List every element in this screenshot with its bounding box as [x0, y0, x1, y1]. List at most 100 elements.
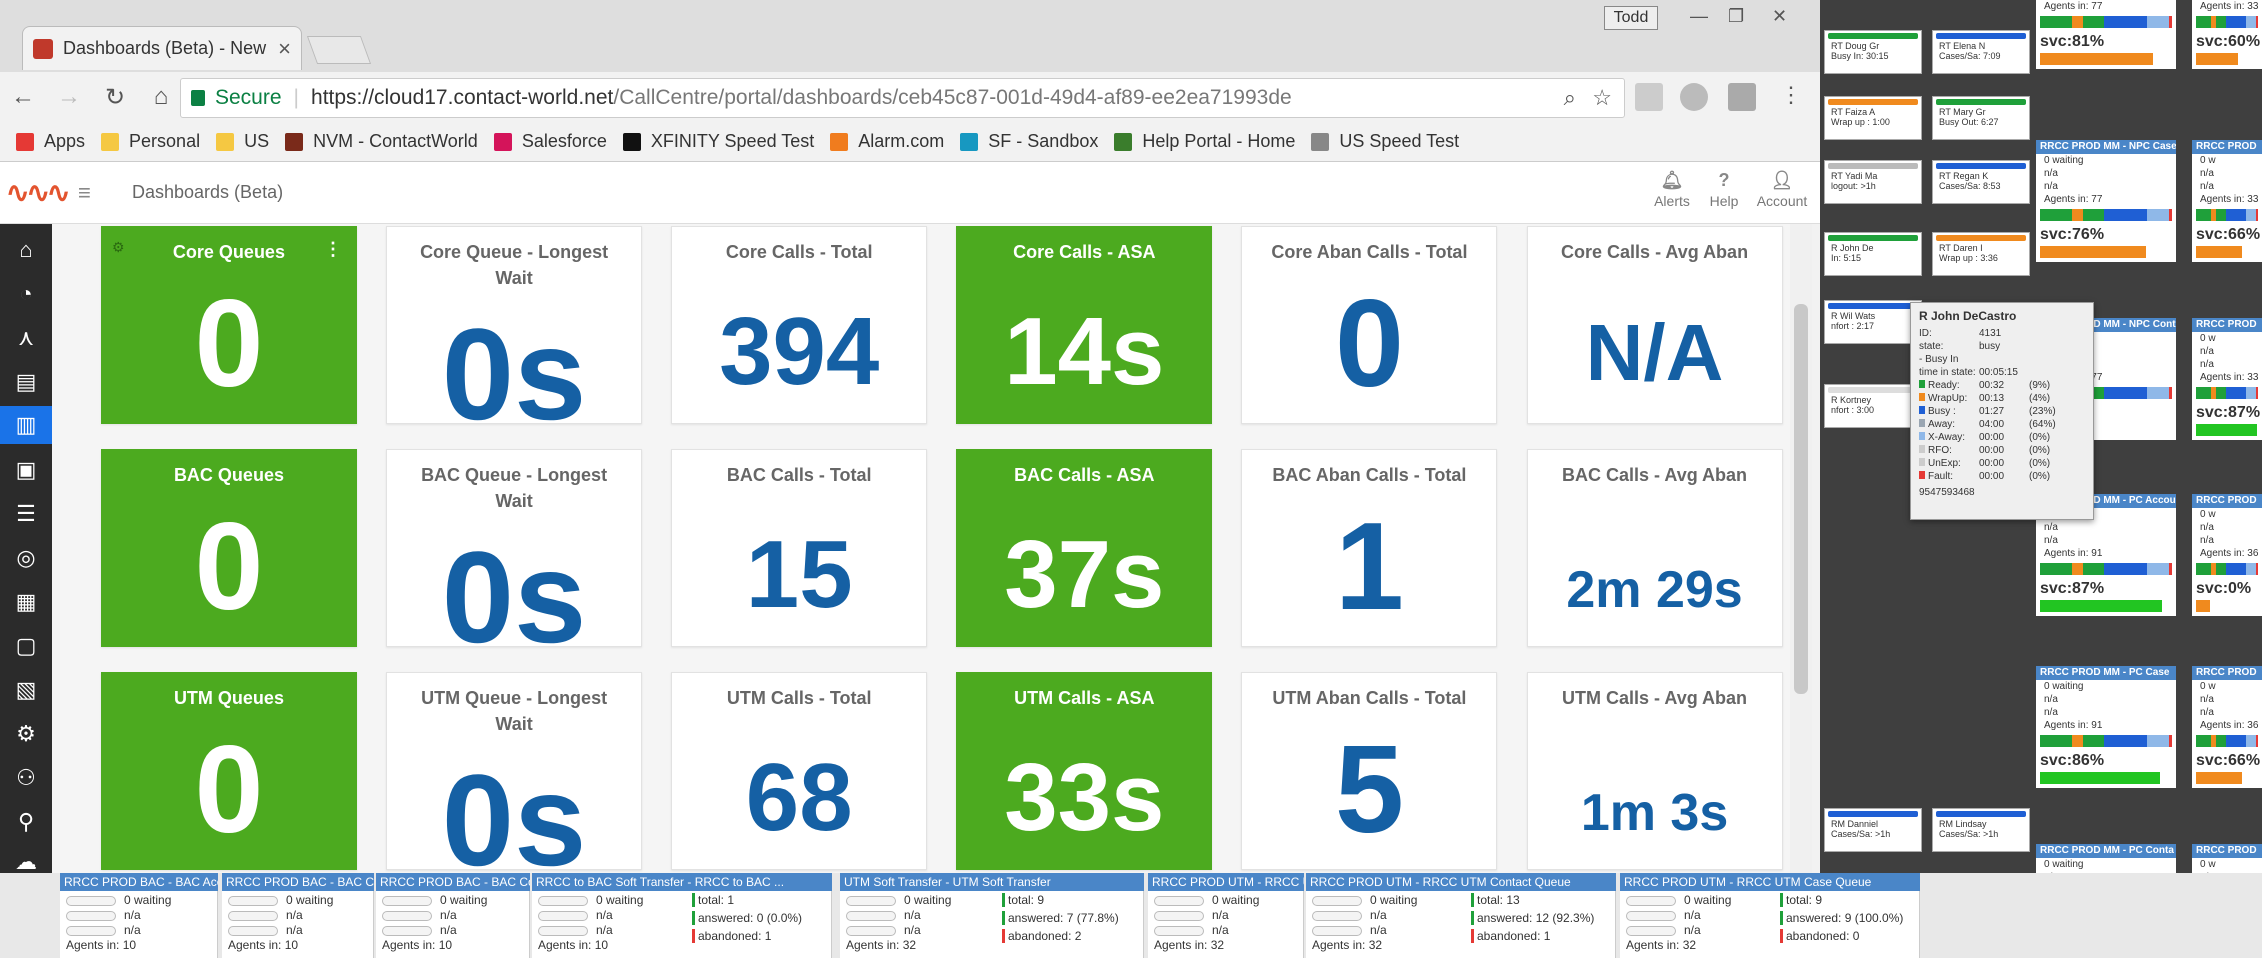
profile-button[interactable]: Todd [1604, 6, 1658, 30]
metric-tile[interactable]: UTM Calls - ASA 33s [956, 672, 1213, 871]
agent-card[interactable]: R John De In: 5:15 [1824, 232, 1922, 276]
browser-tab[interactable]: Dashboards (Beta) - New × [22, 26, 302, 70]
sidebar-routing-icon[interactable]: ⋏ [12, 324, 40, 352]
extension-circle-icon[interactable] [1680, 83, 1708, 111]
metric-tile[interactable]: BAC Aban Calls - Total 1 [1241, 449, 1498, 648]
bookmark-item[interactable]: US [216, 131, 269, 152]
bookmark-item[interactable]: Personal [101, 131, 200, 152]
bookmark-item[interactable]: XFINITY Speed Test [622, 131, 814, 152]
agent-card[interactable]: RM Danniel Cases/Sa: >1h [1824, 808, 1922, 852]
queue-header[interactable]: RRCC PROD BAC - BAC Acc [60, 873, 218, 891]
vertical-scrollbar[interactable] [1790, 224, 1812, 875]
new-tab-button[interactable] [306, 36, 372, 64]
zoom-icon[interactable]: ⌕ [1564, 85, 1576, 111]
account-button[interactable]: 👤︎ Account [1752, 170, 1812, 209]
scrollbar-thumb[interactable] [1794, 304, 1808, 694]
back-arrow-icon[interactable]: ← [0, 83, 46, 111]
maximize-icon[interactable]: ❐ [1728, 6, 1744, 27]
secure-indicator[interactable]: Secure [191, 86, 282, 110]
home-icon[interactable]: ⌂ [138, 83, 184, 111]
sidebar-home-icon[interactable]: ⌂ [12, 236, 40, 264]
address-bar[interactable]: Secure | https://cloud17.contact-world.n… [180, 78, 1625, 118]
agent-card[interactable]: RT Elena N Cases/Sa: 7:09 [1932, 30, 2030, 74]
wallboard-queue-card[interactable]: Agents in: 77 svc:81% [2036, 0, 2176, 69]
agent-card[interactable]: R Kortney nfort : 3:00 [1824, 384, 1922, 428]
metric-tile[interactable]: Core Calls - Total 394 [671, 226, 928, 424]
sidebar-user-add-icon[interactable]: ⚇ [12, 764, 40, 792]
reload-icon[interactable]: ↻ [92, 83, 138, 112]
sidebar-stats-icon[interactable]: ▣ [12, 456, 40, 484]
sidebar-reports-icon[interactable]: ▤ [12, 368, 40, 396]
agent-card[interactable]: RT Yadi Ma logout: >1h [1824, 160, 1922, 204]
sidebar-gear-icon[interactable]: ⚙ [12, 720, 40, 748]
queue-header[interactable]: RRCC PROD UTM - RRCC UT [1148, 873, 1304, 891]
sidebar-dashboards-icon[interactable]: ▥ [0, 406, 52, 444]
sidebar-chat-icon[interactable]: ▢ [12, 632, 40, 660]
agent-card[interactable]: RT Mary Gr Busy Out: 6:27 [1932, 96, 2030, 140]
extension-g-icon[interactable] [1635, 83, 1663, 111]
sidebar-user-icon[interactable]: ⚲ [12, 808, 40, 836]
metric-tile[interactable]: Core Queue - Longest Wait 0s [386, 226, 643, 447]
metric-tile[interactable]: UTM Queue - Longest Wait 0s [386, 672, 643, 875]
bookmark-item[interactable]: NVM - ContactWorld [285, 131, 478, 152]
bookmark-item[interactable]: US Speed Test [1311, 131, 1459, 152]
queue-header[interactable]: UTM Soft Transfer - UTM Soft Transfer [840, 873, 1144, 891]
queue-header[interactable]: RRCC PROD UTM - RRCC UTM Contact Queue [1306, 873, 1616, 891]
help-button[interactable]: ? Help [1694, 170, 1754, 209]
wallboard-queue-card[interactable]: RRCC PROD MM - PC Case 0 waiting n/a n/a Age… [2036, 666, 2176, 788]
wallboard-queue-card[interactable]: RRCC PROD 0 w n/a n/a Agents in: 33 svc:66% [2192, 140, 2262, 262]
wallboard-queue-card[interactable]: RRCC PROD MM - PC Conta0 waitingn/an/aAg… [2036, 844, 2176, 873]
queue-header[interactable]: RRCC to BAC Soft Transfer - RRCC to BAC … [532, 873, 832, 891]
bookmark-item[interactable]: SF - Sandbox [960, 131, 1098, 152]
metric-tile[interactable]: UTM Aban Calls - Total 5 [1241, 672, 1498, 871]
agent-card[interactable]: R Wil Wats nfort : 2:17 [1824, 300, 1922, 344]
tile-menu-icon[interactable]: ⋮ [324, 239, 342, 260]
alerts-button[interactable]: 🔔︎ Alerts [1642, 170, 1702, 209]
agent-card[interactable]: RT Daren I Wrap up : 3:36 [1932, 232, 2030, 276]
sidebar-list-icon[interactable]: ▧ [12, 676, 40, 704]
agent-card[interactable]: RM Lindsay Cases/Sa: >1h [1932, 808, 2030, 852]
wallboard-queue-card[interactable]: RRCC PROD 0 w n/a n/a Agents in: 36 svc:66% [2192, 666, 2262, 788]
metric-tile[interactable]: Core Queues 0 ⚙ ⋮ [100, 226, 357, 424]
bookmark-item[interactable]: Apps [16, 131, 85, 152]
minimize-icon[interactable]: — [1690, 6, 1708, 27]
metric-tile[interactable]: BAC Queues 0 [100, 449, 357, 648]
agent-card[interactable]: RT Faiza A Wrap up : 1:00 [1824, 96, 1922, 140]
metric-tile[interactable]: UTM Calls - Avg Aban 1m 3s [1526, 672, 1783, 871]
wallboard-queue-card[interactable]: RRCC PROD MM - NPC Case 0 waiting n/a n/a Ag… [2036, 140, 2176, 262]
queue-header[interactable]: RRCC PROD BAC - BAC Cas [222, 873, 374, 891]
queue-header[interactable]: RRCC PROD BAC - BAC Con [376, 873, 530, 891]
wallboard-queue-card[interactable]: RRCC PROD0 wn/an/aAgents in: 36 [2192, 844, 2262, 873]
metric-tile[interactable]: BAC Calls - Avg Aban 2m 29s [1526, 449, 1783, 648]
queue-header[interactable]: RRCC PROD UTM - RRCC UTM Case Queue [1620, 873, 1920, 891]
tab-close-icon[interactable]: × [278, 36, 291, 62]
close-window-icon[interactable]: ✕ [1772, 6, 1787, 27]
forward-arrow-icon[interactable]: → [46, 83, 92, 111]
wallboard-queue-card[interactable]: Agents in: 33 svc:60% [2192, 0, 2262, 69]
agent-card[interactable]: RT Regan K Cases/Sa: 8:53 [1932, 160, 2030, 204]
metric-tile[interactable]: BAC Calls - ASA 37s [956, 449, 1213, 648]
bookmark-item[interactable]: Help Portal - Home [1114, 131, 1295, 152]
metric-tile[interactable]: BAC Queue - Longest Wait 0s [386, 449, 643, 670]
chrome-menu-icon[interactable]: ⋮ [1780, 82, 1802, 108]
metric-tile[interactable]: BAC Calls - Total 15 [671, 449, 928, 648]
metric-tile[interactable]: UTM Calls - Total 68 [671, 672, 928, 871]
bookmark-item[interactable]: Salesforce [493, 131, 607, 152]
sidebar-documents-icon[interactable]: ▦ [12, 588, 40, 616]
sidebar-cloud-icon[interactable]: ☁ [12, 848, 40, 876]
metric-tile[interactable]: Core Aban Calls - Total 0 [1241, 226, 1498, 424]
sidebar-settings-sliders-icon[interactable]: ☰ [12, 500, 40, 528]
tile-gear-icon[interactable]: ⚙ [112, 239, 125, 256]
agent-card[interactable]: RT Doug Gr Busy In: 30:15 [1824, 30, 1922, 74]
sidebar-wallboard-icon[interactable]: ◔ [12, 280, 40, 308]
hamburger-menu-icon[interactable]: ≡ [78, 180, 91, 206]
metric-tile[interactable]: Core Calls - Avg Aban N/A [1526, 226, 1783, 424]
wallboard-queue-card[interactable]: RRCC PROD 0 w n/a n/a Agents in: 33 svc:87% [2192, 318, 2262, 440]
bookmark-star-icon[interactable]: ☆ [1592, 85, 1612, 111]
sidebar-analytics-icon[interactable]: ◎ [12, 544, 40, 572]
metric-tile[interactable]: UTM Queues 0 [100, 672, 357, 871]
wallboard-queue-card[interactable]: RRCC PROD 0 w n/a n/a Agents in: 36 svc:0% [2192, 494, 2262, 616]
metric-tile[interactable]: Core Calls - ASA 14s [956, 226, 1213, 424]
bookmark-item[interactable]: Alarm.com [830, 131, 944, 152]
extension-nvm-icon[interactable] [1728, 83, 1756, 111]
